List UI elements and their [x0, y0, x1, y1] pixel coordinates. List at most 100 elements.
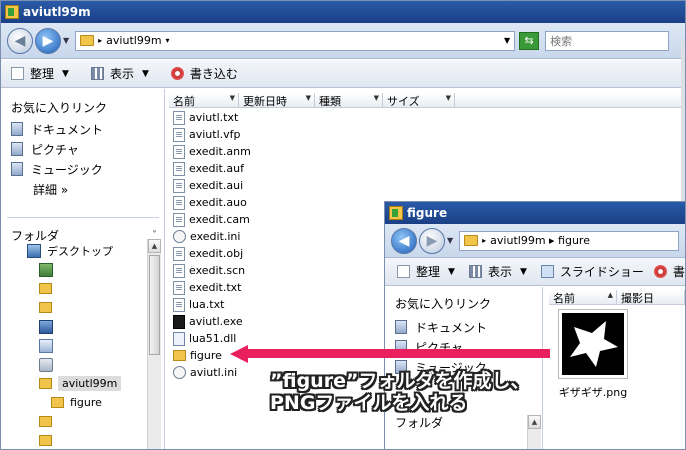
text-file-icon: [173, 280, 185, 295]
file-row[interactable]: aviutl.exe: [167, 313, 377, 330]
burn-button[interactable]: 書き込む: [170, 65, 238, 82]
title-bar[interactable]: figure: [385, 202, 685, 224]
tree-label: デスクトップ: [47, 244, 113, 258]
address-bar-area: ◀ ▶ ▼ ▸ aviutl99m ▾ ▼ ⇆ 検索: [1, 23, 685, 59]
file-name: aviutl.vfp: [189, 128, 241, 141]
tree-label: figure: [70, 396, 102, 409]
tree-item-figure[interactable]: figure: [1, 393, 149, 412]
slideshow-button[interactable]: スライドショー: [540, 263, 644, 280]
view-icon: [90, 67, 104, 80]
column-header: 名前 ▼ 更新日時 ▼ 種類 ▼ サイズ ▼: [169, 93, 685, 108]
file-row[interactable]: exedit.aui: [167, 177, 377, 194]
arrow-left-icon: ◀: [398, 232, 410, 249]
sort-up-icon[interactable]: ▲: [608, 291, 613, 299]
scroll-thumb[interactable]: [149, 255, 160, 355]
folder-icon: [39, 283, 52, 294]
details-link[interactable]: 詳細 »: [1, 179, 164, 199]
file-row[interactable]: exedit.anm: [167, 143, 377, 160]
column-name[interactable]: 名前 ▲: [549, 290, 617, 305]
chevron-down-icon[interactable]: ▼: [306, 94, 311, 102]
forward-button[interactable]: ▶: [35, 27, 61, 54]
scroll-up-icon[interactable]: ▲: [528, 415, 541, 429]
refresh-button[interactable]: ⇆: [519, 31, 540, 50]
back-button[interactable]: ◀: [391, 227, 417, 254]
file-row[interactable]: lua51.dll: [167, 330, 377, 347]
column-size[interactable]: サイズ ▼: [383, 93, 455, 108]
organize-button[interactable]: 整理 ▼: [397, 263, 455, 280]
callout-line-2: PNGファイルを入れる: [270, 392, 468, 414]
burn-label: 書き込む: [189, 67, 238, 81]
burn-button[interactable]: 書: [653, 263, 685, 280]
view-button[interactable]: 表示 ▼: [90, 65, 149, 82]
file-row[interactable]: aviutl.txt: [167, 109, 377, 126]
file-row[interactable]: exedit.auf: [167, 160, 377, 177]
back-button[interactable]: ◀: [7, 27, 33, 54]
tree-item[interactable]: [1, 279, 149, 298]
history-dropdown-icon[interactable]: ▼: [447, 236, 453, 245]
address-bar-area: ◀ ▶ ▼ ▸ aviutl99m ▸ figure: [385, 224, 685, 258]
tree-scrollbar[interactable]: ▲: [147, 239, 161, 449]
scroll-up-icon[interactable]: ▲: [148, 239, 161, 253]
file-row[interactable]: lua.txt: [167, 296, 377, 313]
text-file-icon: [173, 212, 185, 227]
address-path: aviutl99m: [106, 34, 162, 47]
folders-header[interactable]: フォルダ: [385, 411, 543, 433]
tree-item[interactable]: [1, 260, 149, 279]
favorite-label: ピクチャ: [31, 142, 79, 157]
tree-scrollbar[interactable]: ▲: [527, 415, 541, 449]
favorite-music[interactable]: ミュージック: [1, 159, 164, 179]
column-label: 撮影日: [621, 291, 654, 305]
file-row[interactable]: exedit.scn: [167, 262, 377, 279]
user-folder-icon: [39, 262, 53, 277]
chevron-down-icon[interactable]: ▼: [374, 94, 379, 102]
organize-button[interactable]: 整理 ▼: [11, 65, 69, 82]
chevron-down-icon[interactable]: ▼: [230, 94, 235, 102]
file-row[interactable]: exedit.auo: [167, 194, 377, 211]
column-date-taken[interactable]: 撮影日: [617, 290, 685, 305]
tree-item[interactable]: [1, 298, 149, 317]
column-type[interactable]: 種類 ▼: [315, 93, 383, 108]
chevron-down-icon: ▼: [448, 266, 455, 277]
tree-item[interactable]: [1, 317, 149, 336]
column-name[interactable]: 名前 ▼: [169, 93, 239, 108]
title-bar[interactable]: aviutl99m: [1, 1, 685, 23]
file-name: aviutl.exe: [189, 315, 243, 328]
column-modified[interactable]: 更新日時 ▼: [239, 93, 315, 108]
file-row[interactable]: aviutl.vfp: [167, 126, 377, 143]
file-tile-png[interactable]: ギザギザ.png: [549, 310, 637, 404]
network-icon: [39, 319, 53, 334]
favorite-documents[interactable]: ドキュメント: [385, 317, 542, 337]
pictures-icon: [11, 142, 23, 156]
arrow-right-icon: ▶: [42, 32, 54, 49]
documents-icon: [11, 122, 23, 136]
file-row[interactable]: exedit.ini: [167, 228, 377, 245]
navigation-pane: お気に入りリンク ドキュメント ピクチャ ミュージック 詳細 » フォルダ ˅: [1, 89, 165, 449]
file-name: exedit.auf: [189, 162, 244, 175]
file-name: aviutl.txt: [189, 111, 239, 124]
history-dropdown-icon[interactable]: ▼: [63, 36, 69, 45]
tree-item[interactable]: [1, 355, 149, 374]
forward-button[interactable]: ▶: [419, 227, 445, 254]
file-row[interactable]: exedit.txt: [167, 279, 377, 296]
folder-icon: [173, 350, 186, 361]
tree-item[interactable]: [1, 431, 149, 449]
chevron-down-icon[interactable]: ▼: [446, 94, 451, 102]
folders-label: フォルダ: [395, 415, 444, 430]
folder-icon: [39, 378, 52, 389]
address-dropdown-icon[interactable]: ▼: [504, 36, 510, 45]
file-row[interactable]: exedit.obj: [167, 245, 377, 262]
text-file-icon: [173, 144, 185, 159]
folder-icon: [39, 435, 52, 446]
favorite-pictures[interactable]: ピクチャ: [1, 139, 164, 159]
address-field[interactable]: ▸ aviutl99m ▸ figure: [459, 230, 680, 251]
chevron-down-icon[interactable]: ▾: [166, 36, 170, 45]
tree-item[interactable]: [1, 336, 149, 355]
file-row[interactable]: exedit.cam: [167, 211, 377, 228]
search-input[interactable]: 検索: [545, 30, 670, 51]
tree-item-aviutl99m[interactable]: aviutl99m: [1, 374, 149, 393]
tree-item[interactable]: [1, 412, 149, 431]
favorite-documents[interactable]: ドキュメント: [1, 119, 164, 139]
address-field[interactable]: ▸ aviutl99m ▾ ▼: [75, 30, 516, 51]
view-button[interactable]: 表示 ▼: [468, 263, 527, 280]
tree-item-desktop[interactable]: デスクトップ: [1, 241, 149, 260]
